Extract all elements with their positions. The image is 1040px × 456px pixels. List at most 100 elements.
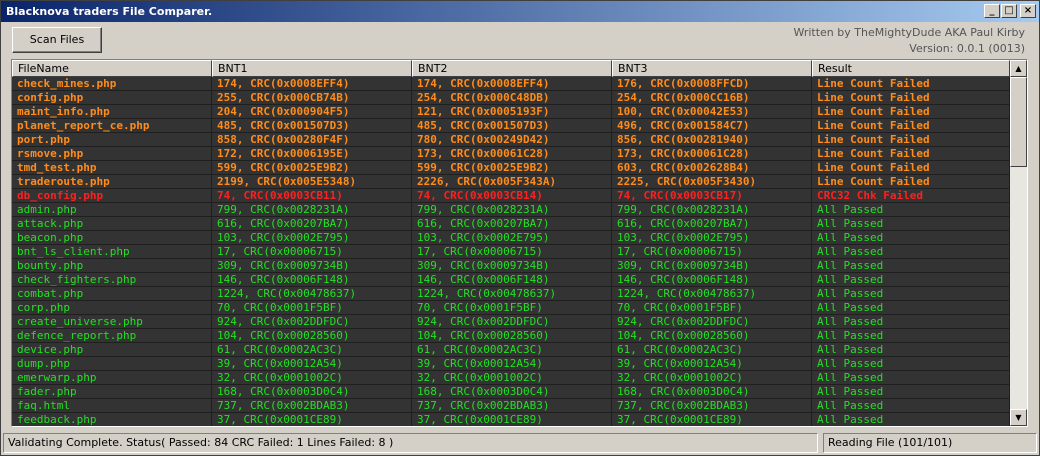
cell-bnt1: 70, CRC(0x0001F5BF) <box>212 301 412 315</box>
cell-result: All Passed <box>812 399 1010 413</box>
maximize-button[interactable]: □ <box>1001 4 1017 18</box>
column-header-filename[interactable]: FileName <box>12 60 212 77</box>
cell-bnt1: 924, CRC(0x002DDFDC) <box>212 315 412 329</box>
table-row[interactable]: config.php 255, CRC(0x000CB74B) 254, CRC(0… <box>12 91 1010 105</box>
cell-bnt2: 146, CRC(0x0006F148) <box>412 273 612 287</box>
table-row[interactable]: traderoute.php 2199, CRC(0x005E5348) 2226,… <box>12 175 1010 189</box>
cell-bnt3: 254, CRC(0x000CC16B) <box>612 91 812 105</box>
table-row[interactable]: attack.php 616, CRC(0x00207BA7) 616, CRC(0… <box>12 217 1010 231</box>
cell-filename: feedback.php <box>12 413 212 426</box>
cell-bnt2: 254, CRC(0x000C48DB) <box>412 91 612 105</box>
cell-bnt1: 17, CRC(0x00006715) <box>212 245 412 259</box>
table-row[interactable]: check_fighters.php 146, CRC(0x0006F148) 14… <box>12 273 1010 287</box>
cell-bnt3: 173, CRC(0x00061C28) <box>612 147 812 161</box>
table-row[interactable]: fader.php 168, CRC(0x0003D0C4) 168, CRC(0x… <box>12 385 1010 399</box>
table-row[interactable]: bounty.php 309, CRC(0x0009734B) 309, CRC(0… <box>12 259 1010 273</box>
cell-filename: config.php <box>12 91 212 105</box>
table-row[interactable]: feedback.php 37, CRC(0x0001CE89) 37, CRC(0… <box>12 413 1010 426</box>
scrollbar-thumb[interactable] <box>1010 77 1027 167</box>
cell-bnt2: 61, CRC(0x0002AC3C) <box>412 343 612 357</box>
cell-filename: admin.php <box>12 203 212 217</box>
column-header-bnt1[interactable]: BNT1 <box>212 60 412 77</box>
cell-result: All Passed <box>812 231 1010 245</box>
title-bar[interactable]: Blacknova traders File Comparer. _ □ × <box>1 1 1039 22</box>
cell-filename: faq.html <box>12 399 212 413</box>
cell-bnt3: 168, CRC(0x0003D0C4) <box>612 385 812 399</box>
table-row[interactable]: emerwarp.php 32, CRC(0x0001002C) 32, CRC(0… <box>12 371 1010 385</box>
table-row[interactable]: tmd_test.php 599, CRC(0x0025E9B2) 599, CRC… <box>12 161 1010 175</box>
cell-bnt1: 737, CRC(0x002BDAB3) <box>212 399 412 413</box>
cell-bnt3: 1224, CRC(0x00478637) <box>612 287 812 301</box>
cell-bnt3: 61, CRC(0x0002AC3C) <box>612 343 812 357</box>
cell-bnt2: 39, CRC(0x00012A54) <box>412 357 612 371</box>
cell-bnt3: 17, CRC(0x00006715) <box>612 245 812 259</box>
scroll-down-icon[interactable]: ▼ <box>1010 409 1027 426</box>
cell-bnt2: 168, CRC(0x0003D0C4) <box>412 385 612 399</box>
column-header-result[interactable]: Result <box>812 60 1010 77</box>
column-header-bnt2[interactable]: BNT2 <box>412 60 612 77</box>
table-row[interactable]: check_mines.php 174, CRC(0x0008EFF4) 174, … <box>12 77 1010 91</box>
cell-result: Line Count Failed <box>812 105 1010 119</box>
table-row[interactable]: faq.html 737, CRC(0x002BDAB3) 737, CRC(0x0… <box>12 399 1010 413</box>
minimize-button[interactable]: _ <box>984 4 1000 18</box>
table-row[interactable]: create_universe.php 924, CRC(0x002DDFDC) 9… <box>12 315 1010 329</box>
cell-result: Line Count Failed <box>812 175 1010 189</box>
column-header-bnt3[interactable]: BNT3 <box>612 60 812 77</box>
cell-filename: check_mines.php <box>12 77 212 91</box>
table-row[interactable]: port.php 858, CRC(0x00280F4F) 780, CRC(0x0… <box>12 133 1010 147</box>
cell-bnt1: 2199, CRC(0x005E5348) <box>212 175 412 189</box>
cell-bnt1: 599, CRC(0x0025E9B2) <box>212 161 412 175</box>
cell-filename: bnt_ls_client.php <box>12 245 212 259</box>
cell-filename: defence_report.php <box>12 329 212 343</box>
cell-bnt1: 74, CRC(0x0003CB11) <box>212 189 412 203</box>
cell-bnt3: 616, CRC(0x00207BA7) <box>612 217 812 231</box>
table-row[interactable]: defence_report.php 104, CRC(0x00028560) 10… <box>12 329 1010 343</box>
table-row[interactable]: bnt_ls_client.php 17, CRC(0x00006715) 17, … <box>12 245 1010 259</box>
cell-bnt2: 17, CRC(0x00006715) <box>412 245 612 259</box>
cell-bnt1: 103, CRC(0x0002E795) <box>212 231 412 245</box>
cell-bnt2: 2226, CRC(0x005F343A) <box>412 175 612 189</box>
cell-bnt2: 309, CRC(0x0009734B) <box>412 259 612 273</box>
table-row[interactable]: dump.php 39, CRC(0x00012A54) 39, CRC(0x000… <box>12 357 1010 371</box>
cell-bnt2: 174, CRC(0x0008EFF4) <box>412 77 612 91</box>
cell-filename: dump.php <box>12 357 212 371</box>
cell-filename: traderoute.php <box>12 175 212 189</box>
cell-result: Line Count Failed <box>812 91 1010 105</box>
cell-filename: port.php <box>12 133 212 147</box>
table-row[interactable]: corp.php 70, CRC(0x0001F5BF) 70, CRC(0x000… <box>12 301 1010 315</box>
table-row[interactable]: admin.php 799, CRC(0x0028231A) 799, CRC(0x… <box>12 203 1010 217</box>
cell-bnt3: 309, CRC(0x0009734B) <box>612 259 812 273</box>
table-row[interactable]: maint_info.php 204, CRC(0x000904F5) 121, C… <box>12 105 1010 119</box>
table-row[interactable]: device.php 61, CRC(0x0002AC3C) 61, CRC(0x0… <box>12 343 1010 357</box>
cell-filename: db_config.php <box>12 189 212 203</box>
cell-bnt2: 173, CRC(0x00061C28) <box>412 147 612 161</box>
table-row[interactable]: beacon.php 103, CRC(0x0002E795) 103, CRC(0… <box>12 231 1010 245</box>
cell-filename: attack.php <box>12 217 212 231</box>
cell-result: All Passed <box>812 357 1010 371</box>
cell-bnt2: 616, CRC(0x00207BA7) <box>412 217 612 231</box>
file-comparison-table[interactable]: FileName BNT1 BNT2 BNT3 Result check_min… <box>11 59 1028 427</box>
cell-bnt1: 799, CRC(0x0028231A) <box>212 203 412 217</box>
table-header: FileName BNT1 BNT2 BNT3 Result <box>12 60 1010 77</box>
cell-bnt1: 37, CRC(0x0001CE89) <box>212 413 412 426</box>
cell-filename: combat.php <box>12 287 212 301</box>
vertical-scrollbar[interactable]: ▲ ▼ <box>1010 60 1027 426</box>
cell-result: Line Count Failed <box>812 77 1010 91</box>
scroll-up-icon[interactable]: ▲ <box>1010 60 1027 77</box>
table-row[interactable]: rsmove.php 172, CRC(0x0006195E) 173, CRC(0… <box>12 147 1010 161</box>
cell-filename: planet_report_ce.php <box>12 119 212 133</box>
scan-files-button[interactable]: Scan Files <box>12 27 102 53</box>
table-row[interactable]: db_config.php 74, CRC(0x0003CB11) 74, CRC(… <box>12 189 1010 203</box>
cell-bnt1: 174, CRC(0x0008EFF4) <box>212 77 412 91</box>
window-controls: _ □ × <box>983 4 1036 18</box>
cell-bnt3: 39, CRC(0x00012A54) <box>612 357 812 371</box>
cell-bnt3: 737, CRC(0x002BDAB3) <box>612 399 812 413</box>
cell-result: All Passed <box>812 203 1010 217</box>
cell-bnt3: 799, CRC(0x0028231A) <box>612 203 812 217</box>
table-row[interactable]: planet_report_ce.php 485, CRC(0x001507D3)… <box>12 119 1010 133</box>
cell-bnt3: 856, CRC(0x00281940) <box>612 133 812 147</box>
close-button[interactable]: × <box>1020 4 1036 18</box>
cell-result: All Passed <box>812 413 1010 426</box>
table-row[interactable]: combat.php 1224, CRC(0x00478637) 1224, CRC… <box>12 287 1010 301</box>
cell-bnt1: 39, CRC(0x00012A54) <box>212 357 412 371</box>
